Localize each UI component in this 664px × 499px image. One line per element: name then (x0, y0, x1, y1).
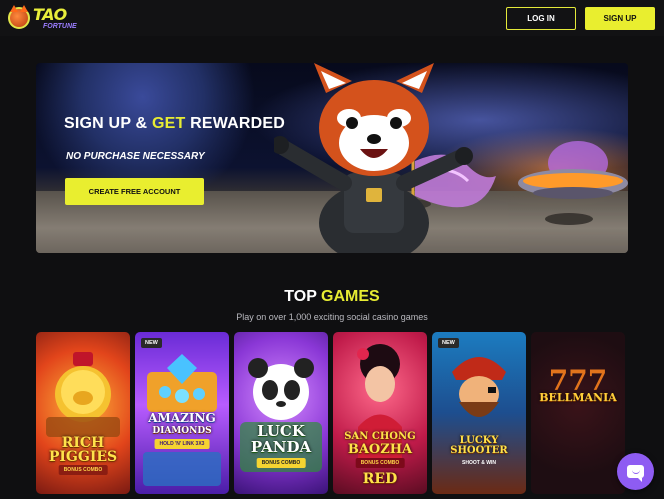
game-card-amazing-diamonds[interactable]: NEW AMAZING DIAMONDS HOLD 'N' LINK 3X3 (135, 332, 229, 494)
top-header: TAO FORTUNE LOG IN SIGN UP (0, 0, 664, 36)
game-title-line1: RICH (61, 435, 105, 451)
new-badge: NEW (141, 338, 162, 348)
game-tag: BONUS COMBO (256, 458, 306, 468)
hero-subheadline: NO PURCHASE NECESSARY (66, 151, 205, 162)
ufo-illustration (518, 141, 628, 199)
game-title-line2: PIGGIES (48, 449, 118, 465)
game-tag: BONUS COMBO (355, 458, 405, 468)
game-card-rich-piggies[interactable]: RICH PIGGIES BONUS COMBO (36, 332, 130, 494)
sevens-illustration: 777 (549, 364, 607, 397)
red-panda-mascot (274, 63, 473, 253)
create-account-button[interactable]: CREATE FREE ACCOUNT (65, 178, 204, 205)
red-panda-logo-icon (8, 5, 30, 29)
game-title-line2: DIAMONDS (152, 426, 212, 436)
game-title-line1: LUCK (257, 422, 305, 440)
game-tag: HOLD 'N' LINK 3X3 (154, 439, 210, 449)
site-logo[interactable]: TAO FORTUNE (8, 4, 77, 30)
logo-subtext: FORTUNE (43, 22, 77, 30)
game-card-bellmania[interactable]: 777 BELLMANIA (531, 332, 625, 494)
game-title-line1: AMAZING (148, 411, 216, 425)
login-button[interactable]: LOG IN (506, 6, 576, 30)
chat-bubble-icon (627, 465, 644, 482)
chat-support-button[interactable] (617, 453, 654, 490)
game-card-lucky-shooter[interactable]: NEW LUCKY SHOOTER SHOOT & WIN (432, 332, 526, 494)
logo-text: TAO (33, 4, 67, 24)
game-title-line2: PANDA (250, 438, 312, 456)
game-title-extra: RED (362, 471, 398, 487)
game-tag: BONUS COMBO (58, 465, 108, 475)
game-card-luck-panda[interactable]: LUCK PANDA BONUS COMBO (234, 332, 328, 494)
game-tag: SHOOT & WIN (462, 460, 496, 466)
game-card-san-chong-baozha[interactable]: SAN CHONG BAOZHA BONUS COMBO RED (333, 332, 427, 494)
pirate-illustration (452, 357, 506, 417)
game-title-line2: SHOOTER (450, 445, 508, 456)
signup-button[interactable]: SIGN UP (585, 6, 655, 30)
hero-headline: SIGN UP & GET REWARDED (64, 115, 286, 132)
games-row: RICH PIGGIES BONUS COMBO NEW AMAZING DIA… (36, 332, 628, 499)
top-games-heading: TOP GAMES (284, 288, 380, 305)
auth-actions: LOG IN SIGN UP (506, 6, 655, 30)
hero-banner[interactable]: SIGN UP & GET REWARDED NO PURCHASE NECES… (36, 63, 628, 253)
panda-illustration (240, 358, 322, 472)
game-title-line1: SAN CHONG (344, 431, 416, 442)
game-title-line2: BAOZHA (347, 442, 413, 457)
game-title-line1: BELLMANIA (539, 391, 617, 404)
new-badge: NEW (438, 338, 459, 348)
top-games-subtitle: Play on over 1,000 exciting social casin… (236, 312, 428, 322)
lady-illustration (357, 344, 402, 462)
